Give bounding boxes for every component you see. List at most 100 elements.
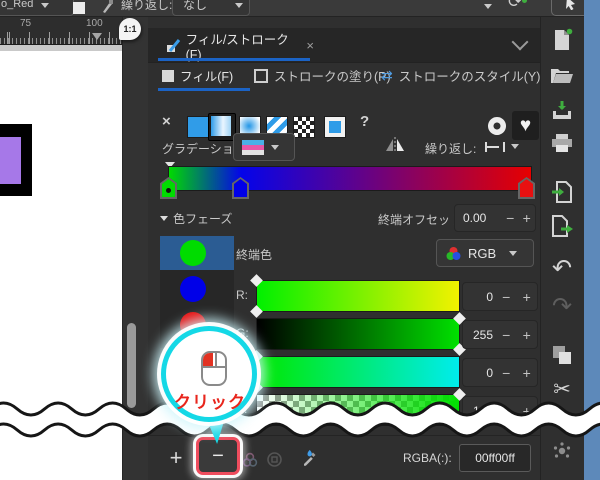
gradient-mini-preview [242, 139, 264, 155]
dock-tab-close-icon[interactable]: × [306, 38, 314, 53]
ruler-number-100: 100 [86, 18, 103, 29]
rgba-hex-input[interactable]: 00ff00ff [459, 444, 531, 472]
print-button[interactable] [548, 130, 576, 156]
slider-r-thumb[interactable] [250, 305, 263, 318]
gradient-name-label: o_Red [1, 0, 34, 10]
fill-rule-nonzero-button[interactable]: ♥ [512, 111, 539, 140]
callout-text: クリック [174, 393, 246, 412]
slider-b-spinbox[interactable]: 0 − + [462, 358, 538, 387]
chevron-down-icon[interactable] [511, 144, 519, 149]
paint-linear-gradient-button-selected[interactable] [208, 113, 236, 141]
stops-expander[interactable]: 色フェーズ [160, 210, 232, 227]
chevron-down-icon [509, 250, 518, 256]
tab-stroke-paint[interactable]: ストロークの塗り(P) [254, 66, 391, 85]
rgba-label: RGBA(:): [403, 451, 452, 465]
paint-unknown-button[interactable]: ? [360, 113, 369, 130]
reverse-gradient-icon[interactable] [385, 136, 405, 154]
mouse-icon [201, 351, 227, 386]
end-color-label: 終端色 [236, 248, 273, 262]
disabled-center-icon [266, 451, 283, 468]
remove-stop-button-highlighted[interactable]: − [196, 437, 240, 475]
gradient-select-dropdown[interactable]: o_Red [0, 0, 74, 16]
expander-triangle-icon [160, 216, 168, 221]
tab-stroke-style[interactable]: ⇄ ストロークのスタイル(Y) [381, 66, 540, 85]
dock-tab-fill-stroke[interactable]: フィル/ストローク(F) × [160, 31, 314, 62]
gradient-toolbar: o_Red 繰り返し: なし ⟳ [0, 0, 600, 17]
stroke-square-icon [254, 68, 268, 83]
disabled-duplicate-icon [242, 452, 258, 468]
edit-gradient-icon[interactable] [100, 0, 114, 14]
decrement-button[interactable]: − [502, 210, 519, 226]
zoom-ratio-badge: 1:1 [119, 18, 141, 40]
export-button[interactable] [548, 213, 576, 239]
tab-stroke-style-label: ストロークのスタイル(Y) [398, 70, 541, 84]
color-mode-dropdown[interactable]: RGB [436, 239, 534, 267]
refresh-icon[interactable]: ⟳ [508, 0, 522, 12]
eyedropper-icon[interactable] [300, 448, 319, 467]
fill-rule-evenodd-button[interactable] [484, 112, 510, 140]
fill-square-icon [162, 69, 174, 82]
stop-row-green-selected[interactable] [160, 236, 234, 270]
dock-collapse-chevron-icon[interactable] [511, 33, 529, 51]
duplicate-button[interactable] [548, 342, 576, 368]
slider-r-thumb[interactable] [250, 274, 263, 287]
paint-swatch-button[interactable] [324, 116, 346, 138]
stop-row-blue[interactable] [160, 272, 234, 306]
slider-g[interactable] [256, 312, 466, 356]
increment-button[interactable]: + [517, 289, 538, 305]
gradient-strip[interactable] [168, 166, 532, 191]
slider-r-value[interactable]: 0 [463, 290, 496, 304]
paint-flat-color-button[interactable] [187, 116, 209, 138]
chevron-down-icon [271, 144, 279, 150]
undo-button[interactable]: ↶ [548, 255, 576, 282]
canvas-scrollbar-thumb[interactable] [127, 323, 136, 408]
tab-fill-active-underline [158, 88, 250, 91]
increment-button[interactable]: + [517, 327, 538, 343]
end-offset-spinbox[interactable]: 0.00 − + [454, 204, 536, 232]
decrement-button[interactable]: − [496, 289, 517, 305]
tab-stroke-paint-label: ストロークの塗り(P) [274, 70, 391, 84]
increment-button[interactable]: + [519, 210, 536, 226]
fill-stroke-dialog-icon [167, 38, 181, 52]
ruler-number-75: 75 [20, 18, 32, 29]
slider-g-value[interactable]: 255 [463, 328, 496, 342]
rgba-hex-value[interactable]: 00ff00ff [475, 451, 515, 465]
stop-swatch-green [180, 240, 206, 266]
decrement-button[interactable]: − [496, 327, 517, 343]
add-stop-button[interactable]: + [161, 444, 191, 474]
remove-stop-minus: − [212, 444, 224, 467]
canvas-rectangle-black-border[interactable] [0, 124, 32, 196]
new-document-button[interactable] [548, 27, 576, 53]
redo-button-disabled[interactable]: ↷ [548, 293, 576, 320]
decrement-button[interactable]: − [496, 365, 517, 381]
slider-b-value[interactable]: 0 [463, 366, 496, 380]
gradient-preview-dropdown[interactable] [233, 133, 295, 161]
mouse-left-button-red [203, 353, 213, 366]
end-offset-value[interactable]: 0.00 [455, 211, 502, 225]
slider-r-spinbox[interactable]: 0 − + [462, 282, 538, 311]
chevron-down-icon [41, 3, 50, 8]
stop-swatch-blue [180, 276, 206, 302]
chevron-down-icon [235, 3, 244, 8]
open-document-button[interactable] [548, 62, 576, 88]
nonzero-blob-icon: ♥ [519, 115, 532, 136]
increment-button[interactable]: + [517, 365, 538, 381]
paint-none-button[interactable]: × [162, 113, 171, 130]
save-document-button[interactable] [548, 97, 576, 123]
page-tabs-row: フィル(F) ストロークの塗り(P) ⇄ ストロークのスタイル(Y) [148, 62, 540, 92]
paint-pattern-button[interactable] [293, 116, 315, 138]
canvas-rectangle-purple-fill [0, 137, 21, 184]
slider-g-spinbox[interactable]: 255 − + [462, 320, 538, 349]
slider-r[interactable] [250, 274, 460, 318]
import-button[interactable] [548, 179, 576, 205]
stroke-style-arrows-icon: ⇄ [381, 67, 393, 83]
gradient-repeat-label: 繰り返し: [425, 142, 477, 156]
slider-b[interactable] [250, 350, 460, 394]
gradient-repeat-none-icon[interactable] [485, 142, 505, 152]
color-mode-value: RGB [468, 245, 497, 261]
tab-fill-label: フィル(F) [180, 70, 234, 84]
toolbar-overflow-icon[interactable] [484, 4, 492, 9]
tab-fill[interactable]: フィル(F) [162, 66, 233, 85]
dock-tab-active-underline [158, 58, 310, 61]
repeat-dropdown[interactable]: なし [172, 0, 250, 16]
